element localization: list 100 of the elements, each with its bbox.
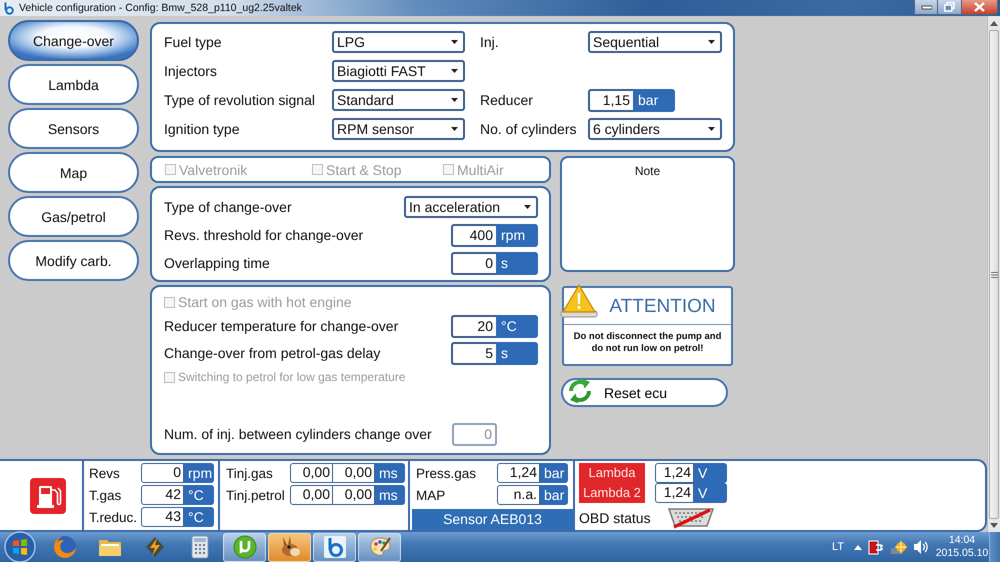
grip-icon: [990, 272, 998, 278]
field-label: Reducer temperature for change-over: [164, 318, 398, 334]
readout-label: T.reduc.: [89, 510, 138, 524]
caret-icon: [708, 127, 715, 131]
number-field[interactable]: 5: [451, 342, 496, 364]
attention-message: Do not disconnect the pump and do not run low on petrol!: [572, 330, 722, 356]
unit-label: bar: [540, 485, 568, 505]
scroll-up-icon: [989, 20, 999, 27]
lambda-label: Lambda: [579, 463, 645, 483]
start-orb-icon: [4, 531, 36, 562]
unit-label: ms: [375, 463, 405, 483]
unit-label: s: [496, 252, 538, 274]
tray-arrow-icon[interactable]: [854, 544, 862, 550]
field-label: Overlapping time: [164, 255, 270, 271]
checkbox-label: Start & Stop: [326, 162, 402, 178]
field-label: Num. of inj. between cylinders change over: [164, 426, 432, 442]
readout-label: Tinj.gas: [226, 466, 274, 480]
readout-field: 1,24: [655, 463, 694, 483]
unit-label: V: [694, 483, 727, 503]
lambda-label: Lambda 2: [579, 483, 645, 503]
number-field[interactable]: 0: [451, 252, 496, 274]
readout-field: 0,00: [290, 485, 333, 505]
field-label: Revs. threshold for change-over: [164, 227, 364, 243]
number-field[interactable]: 1,15: [588, 88, 633, 112]
dropdown[interactable]: LPG: [332, 31, 465, 53]
sidebar-button[interactable]: Sensors: [8, 108, 139, 149]
field-label: Inj.: [480, 34, 500, 50]
number-field[interactable]: 400: [451, 224, 496, 246]
refresh-icon: [566, 376, 594, 404]
clock-time[interactable]: 14:04: [948, 534, 976, 547]
readout-field: 1,24: [497, 463, 540, 483]
readout-label: Tinj.petrol: [226, 488, 286, 502]
readout-field: n.a.: [497, 485, 540, 505]
caret-icon: [451, 40, 458, 44]
language-indicator[interactable]: LT: [832, 541, 844, 553]
attention-title: ATTENTION: [608, 296, 717, 318]
dropdown[interactable]: Sequential: [588, 31, 722, 53]
restore-icon: [944, 2, 955, 12]
unit-label: °C: [496, 314, 538, 338]
readout-label: Press.gas: [416, 466, 478, 480]
minimize-button[interactable]: [914, 0, 938, 15]
app-logo-icon: [322, 535, 346, 559]
sidebar-button[interactable]: Map: [8, 152, 139, 193]
scrollbar-thumb[interactable]: [989, 30, 999, 519]
dropdown[interactable]: Standard: [332, 89, 465, 111]
unit-label: rpm: [184, 463, 214, 483]
field-label: No. of cylinders: [480, 121, 578, 137]
readout-field: 0: [141, 463, 184, 483]
unit-label: rpm: [496, 224, 538, 246]
dropdown[interactable]: 6 cylinders: [588, 118, 722, 140]
close-icon: [974, 2, 985, 12]
scrollbar[interactable]: [987, 16, 1000, 532]
dropdown[interactable]: Biagiotti FAST: [332, 60, 465, 82]
scroll-down-icon: [989, 522, 999, 529]
field-label: Type of revolution signal: [164, 92, 316, 108]
readout-label: T.gas: [89, 488, 122, 502]
speaker-icon[interactable]: [913, 539, 929, 555]
readout-field: 0,00: [290, 463, 333, 483]
caret-icon: [524, 205, 531, 209]
dropdown[interactable]: In acceleration: [404, 196, 538, 218]
checkbox-label: MultiAir: [457, 162, 504, 178]
close-button[interactable]: [962, 0, 998, 15]
show-desktop-button[interactable]: [989, 532, 1000, 562]
field-label: Injectors: [164, 63, 218, 79]
caret-icon: [708, 40, 715, 44]
unit-label: s: [496, 342, 538, 364]
sidebar-button[interactable]: Modify carb.: [8, 240, 139, 281]
disc-icon: [232, 535, 256, 559]
checkbox-label: Switching to petrol for low gas temperature: [178, 370, 406, 384]
readout-label: MAP: [416, 488, 446, 502]
readout-field: 0,00: [333, 485, 375, 505]
sidebar-button[interactable]: Lambda: [8, 64, 139, 105]
dropdown[interactable]: RPM sensor: [332, 118, 465, 140]
readout-field: 42: [141, 485, 184, 505]
taskbar-button[interactable]: [268, 532, 311, 562]
browser-icon: [52, 535, 76, 559]
field-label: Change-over from petrol-gas delay: [164, 345, 380, 361]
maximize-button[interactable]: [938, 0, 962, 15]
app-logo-icon: [3, 2, 15, 14]
number-field[interactable]: 20: [451, 314, 496, 338]
power-icon[interactable]: [868, 539, 884, 555]
field-label: Fuel type: [164, 34, 223, 50]
unit-label: bar: [540, 463, 568, 483]
unit-label: ms: [375, 485, 405, 505]
caret-icon: [451, 127, 458, 131]
field-label: Reducer: [480, 92, 534, 108]
field-label: Type of change-over: [164, 199, 292, 215]
sidebar-button[interactable]: Change-over: [8, 20, 139, 61]
unit-label: °C: [184, 507, 214, 527]
reset-button[interactable]: Reset ecu: [561, 378, 728, 407]
caret-icon: [451, 98, 458, 102]
sensor-label: Sensor AEB013: [412, 509, 573, 530]
readout-label: Revs: [89, 466, 121, 480]
clock-date[interactable]: 2015.05.10: [936, 547, 988, 560]
caret-icon: [451, 69, 458, 73]
fuel-pump-icon: [30, 478, 66, 514]
unit-label: bar: [633, 88, 675, 112]
sidebar-button[interactable]: Gas/petrol: [8, 196, 139, 237]
field-label: Ignition type: [164, 121, 240, 137]
network-icon[interactable]: [890, 540, 907, 554]
